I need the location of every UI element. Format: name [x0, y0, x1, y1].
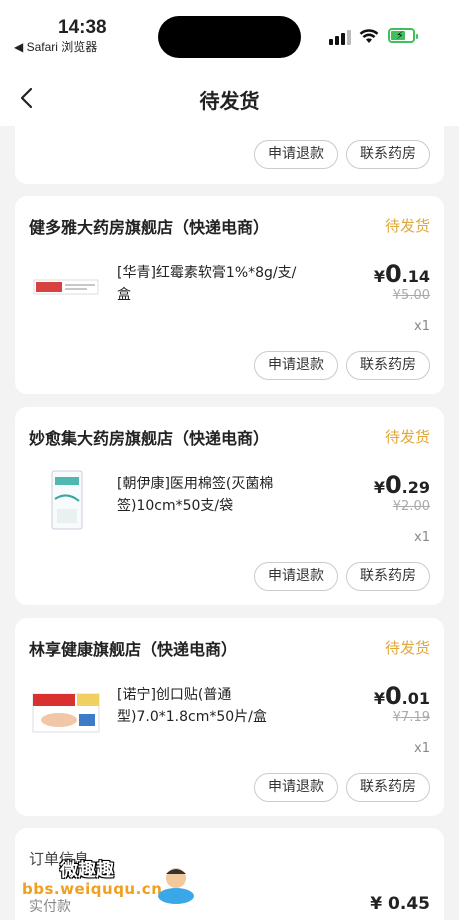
product-price: ¥0.01	[374, 682, 430, 710]
quantity: x1	[414, 741, 430, 756]
watermark-title: 微趣趣	[60, 860, 114, 881]
refund-button[interactable]: 申请退款	[254, 351, 338, 380]
mascot-icon	[158, 868, 194, 904]
contact-pharmacy-button[interactable]: 联系药房	[346, 562, 430, 591]
order-status: 待发货	[384, 428, 430, 446]
price-decimal: .14	[401, 267, 430, 286]
contact-pharmacy-button[interactable]: 联系药房	[346, 773, 430, 802]
order-card: 健多雅大药房旗舰店（快递电商） 待发货 [华青]红霉素软膏1%*8g/支/盒 ¥…	[15, 196, 444, 394]
price-decimal: .01	[401, 689, 430, 708]
status-bar: 14:38 ◀ Safari 浏览器 ⚡	[0, 0, 459, 70]
refund-button[interactable]: 申请退款	[254, 562, 338, 591]
dynamic-island	[158, 16, 301, 58]
watermark: 微趣趣 bbs.weiququ.cn	[22, 856, 202, 912]
page-title: 待发货	[199, 89, 260, 113]
wifi-icon	[359, 29, 379, 43]
currency-symbol: ¥	[373, 478, 385, 497]
price-decimal: .29	[401, 478, 430, 497]
currency-symbol: ¥	[373, 267, 385, 286]
product-price: ¥0.14	[374, 260, 430, 288]
nav-bar: 待发货	[0, 70, 459, 126]
price-integer: 0	[384, 471, 402, 499]
price-integer: 0	[384, 260, 402, 288]
shop-name[interactable]: 健多雅大药房旗舰店（快递电商）	[29, 214, 269, 238]
refund-button[interactable]: 申请退款	[254, 140, 338, 169]
order-status: 待发货	[384, 639, 430, 657]
contact-pharmacy-button[interactable]: 联系药房	[346, 140, 430, 169]
product-name[interactable]: [华青]红霉素软膏1%*8g/支/盒	[117, 262, 307, 306]
contact-pharmacy-button[interactable]: 联系药房	[346, 351, 430, 380]
order-card: 林享健康旗舰店（快递电商） 待发货 [诺宁]创口贴(普通型)7.0*1.8cm*…	[15, 618, 444, 816]
shop-name[interactable]: 妙愈集大药房旗舰店（快递电商）	[29, 425, 269, 449]
quantity: x1	[414, 319, 430, 334]
cellular-signal-icon	[329, 29, 351, 45]
shop-name[interactable]: 林享健康旗舰店（快递电商）	[29, 636, 237, 660]
product-thumbnail[interactable]	[29, 258, 103, 320]
product-name[interactable]: [朝伊康]医用棉签(灭菌棉签)10cm*50支/袋	[117, 473, 307, 517]
price-integer: 0	[384, 682, 402, 710]
original-price: ¥5.00	[392, 288, 430, 303]
back-to-app-link[interactable]: ◀ Safari 浏览器	[14, 38, 97, 55]
quantity: x1	[414, 530, 430, 545]
original-price: ¥7.19	[392, 710, 430, 725]
product-price: ¥0.29	[374, 471, 430, 499]
battery-icon: ⚡	[388, 28, 418, 43]
clock: 14:38	[58, 17, 107, 38]
paid-amount-value: ¥ 0.45	[370, 894, 430, 914]
currency-symbol: ¥	[373, 689, 385, 708]
product-thumbnail[interactable]	[29, 469, 103, 531]
product-name[interactable]: [诺宁]创口贴(普通型)7.0*1.8cm*50片/盒	[117, 684, 307, 728]
order-status: 待发货	[384, 217, 430, 235]
order-card-partial: 申请退款 联系药房	[15, 126, 444, 184]
refund-button[interactable]: 申请退款	[254, 773, 338, 802]
product-thumbnail[interactable]	[29, 680, 103, 742]
watermark-url: bbs.weiququ.cn	[22, 880, 163, 898]
order-card: 妙愈集大药房旗舰店（快递电商） 待发货 [朝伊康]医用棉签(灭菌棉签)10cm*…	[15, 407, 444, 605]
original-price: ¥2.00	[392, 499, 430, 514]
